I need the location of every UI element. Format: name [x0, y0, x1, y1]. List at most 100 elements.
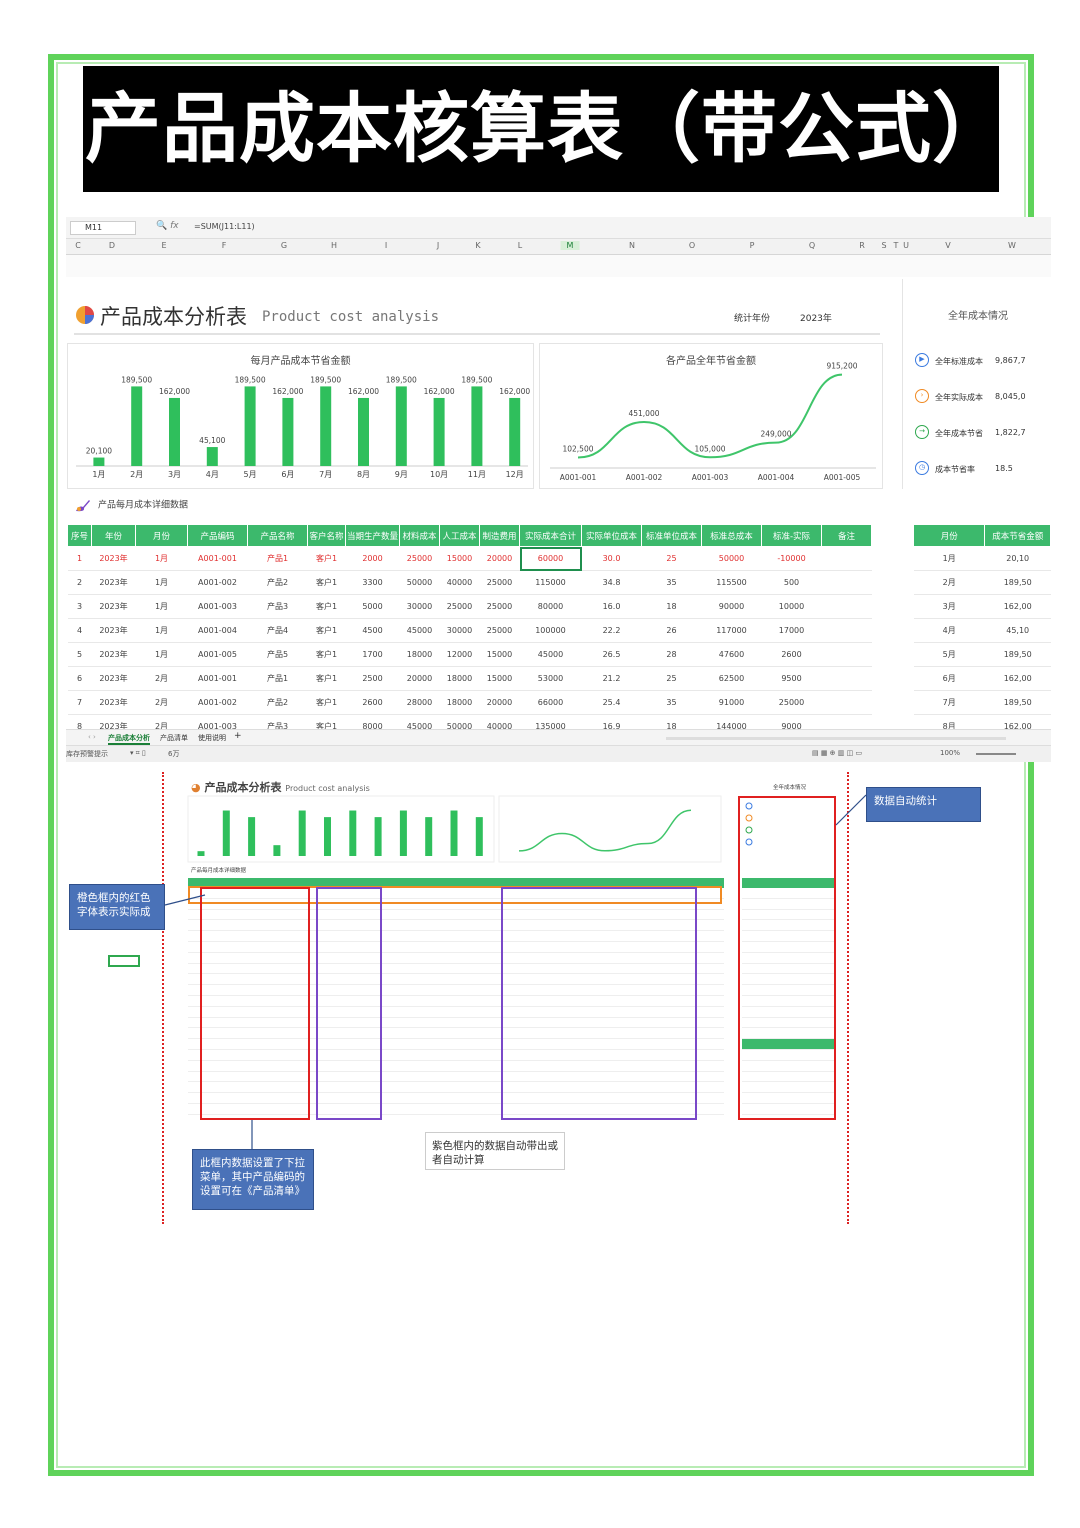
table-cell[interactable]: 产品2: [247, 690, 308, 715]
table-cell[interactable]: 客户1: [307, 666, 346, 691]
table-cell[interactable]: 1月: [135, 618, 188, 643]
detail-header-6[interactable]: 当期生产数量: [345, 524, 400, 547]
table-cell[interactable]: 22.2: [581, 618, 642, 643]
table-cell[interactable]: A001-001: [187, 546, 248, 571]
detail-header-13[interactable]: 标准总成本: [701, 524, 762, 547]
table-cell[interactable]: [821, 618, 872, 643]
column-header-N[interactable]: N: [629, 241, 635, 250]
column-header-G[interactable]: G: [281, 241, 287, 250]
table-cell[interactable]: 4月: [913, 618, 985, 643]
table-cell[interactable]: 20000: [479, 690, 520, 715]
year-value[interactable]: 2023年: [800, 311, 832, 324]
table-cell[interactable]: 25000: [479, 570, 520, 595]
table-cell[interactable]: 50000: [399, 570, 440, 595]
tab-analysis[interactable]: 产品成本分析: [108, 733, 150, 745]
table-cell[interactable]: 53000: [519, 666, 582, 691]
detail-header-12[interactable]: 标准单位成本: [641, 524, 702, 547]
table-cell[interactable]: 20,10: [984, 546, 1051, 571]
table-cell[interactable]: A001-005: [187, 642, 248, 667]
table-cell[interactable]: 7月: [913, 690, 985, 715]
table-cell[interactable]: 4500: [345, 618, 400, 643]
table-cell[interactable]: 5: [67, 642, 92, 667]
table-cell[interactable]: 2000: [345, 546, 400, 571]
table-cell[interactable]: 2023年: [91, 690, 136, 715]
column-header-U[interactable]: U: [903, 241, 909, 250]
column-header-C[interactable]: C: [75, 241, 81, 250]
column-header-F[interactable]: F: [222, 241, 227, 250]
table-cell[interactable]: 2月: [913, 570, 985, 595]
table-cell[interactable]: 3300: [345, 570, 400, 595]
formula-input[interactable]: =SUM(J11:L11): [194, 222, 255, 231]
table-cell[interactable]: 20000: [399, 666, 440, 691]
table-cell[interactable]: A001-002: [187, 570, 248, 595]
column-header-V[interactable]: V: [945, 241, 950, 250]
table-cell[interactable]: 45000: [399, 618, 440, 643]
table-cell[interactable]: 20000: [479, 546, 520, 571]
table-cell[interactable]: 2023年: [91, 618, 136, 643]
horizontal-scrollbar[interactable]: [666, 737, 1006, 740]
table-cell[interactable]: 189,50: [984, 690, 1051, 715]
table-cell[interactable]: 客户1: [307, 594, 346, 619]
table-cell[interactable]: 2月: [135, 690, 188, 715]
column-header-T[interactable]: T: [894, 241, 899, 250]
table-cell[interactable]: A001-003: [187, 594, 248, 619]
table-cell[interactable]: 2月: [135, 666, 188, 691]
table-cell[interactable]: 客户1: [307, 642, 346, 667]
table-cell[interactable]: 2023年: [91, 594, 136, 619]
table-cell[interactable]: 189,50: [984, 642, 1051, 667]
detail-header-9[interactable]: 制造费用: [479, 524, 520, 547]
side-header-0[interactable]: 月份: [912, 524, 986, 547]
table-cell[interactable]: 5月: [913, 642, 985, 667]
table-cell[interactable]: 2023年: [91, 546, 136, 571]
table-cell[interactable]: 18000: [399, 642, 440, 667]
column-header-S[interactable]: S: [881, 241, 886, 250]
table-cell[interactable]: 50000: [701, 546, 762, 571]
table-cell[interactable]: 17000: [761, 618, 822, 643]
table-cell[interactable]: 1700: [345, 642, 400, 667]
column-header-R[interactable]: R: [859, 241, 865, 250]
table-cell[interactable]: 6: [67, 666, 92, 691]
table-cell[interactable]: 9500: [761, 666, 822, 691]
table-cell[interactable]: 115500: [701, 570, 762, 595]
zoom-slider[interactable]: [976, 753, 1016, 755]
table-cell[interactable]: 1月: [135, 570, 188, 595]
detail-header-5[interactable]: 客户名称: [307, 524, 346, 547]
table-cell[interactable]: 15000: [479, 666, 520, 691]
table-cell[interactable]: 189,50: [984, 570, 1051, 595]
table-cell[interactable]: [821, 690, 872, 715]
table-cell[interactable]: 115000: [519, 570, 582, 595]
table-cell[interactable]: 25000: [399, 546, 440, 571]
column-header-I[interactable]: I: [385, 241, 387, 250]
table-cell[interactable]: 产品1: [247, 666, 308, 691]
column-header-O[interactable]: O: [689, 241, 695, 250]
status-left[interactable]: 库存预警提示: [66, 749, 108, 759]
table-cell[interactable]: 30000: [439, 618, 480, 643]
table-cell[interactable]: [821, 642, 872, 667]
table-cell[interactable]: 25000: [761, 690, 822, 715]
table-cell[interactable]: 15000: [439, 546, 480, 571]
table-cell[interactable]: 162,00: [984, 594, 1051, 619]
table-cell[interactable]: 1月: [135, 546, 188, 571]
table-cell[interactable]: -10000: [761, 546, 822, 571]
table-cell[interactable]: 客户1: [307, 690, 346, 715]
table-cell[interactable]: 28: [641, 642, 702, 667]
table-cell[interactable]: 客户1: [307, 618, 346, 643]
table-cell[interactable]: 45000: [519, 642, 582, 667]
table-cell[interactable]: 1月: [135, 642, 188, 667]
side-header-1[interactable]: 成本节省金额: [984, 524, 1051, 547]
table-cell[interactable]: 15000: [479, 642, 520, 667]
table-cell[interactable]: 客户1: [307, 546, 346, 571]
table-cell[interactable]: 18: [641, 594, 702, 619]
table-cell[interactable]: 产品5: [247, 642, 308, 667]
table-cell[interactable]: 117000: [701, 618, 762, 643]
table-cell[interactable]: 6月: [913, 666, 985, 691]
table-cell[interactable]: 30000: [399, 594, 440, 619]
table-cell[interactable]: 25: [641, 546, 702, 571]
table-cell[interactable]: 47600: [701, 642, 762, 667]
table-cell[interactable]: 3月: [913, 594, 985, 619]
table-cell[interactable]: 2600: [345, 690, 400, 715]
column-header-W[interactable]: W: [1008, 241, 1016, 250]
table-cell[interactable]: 34.8: [581, 570, 642, 595]
table-cell[interactable]: 2023年: [91, 642, 136, 667]
table-cell[interactable]: 100000: [519, 618, 582, 643]
